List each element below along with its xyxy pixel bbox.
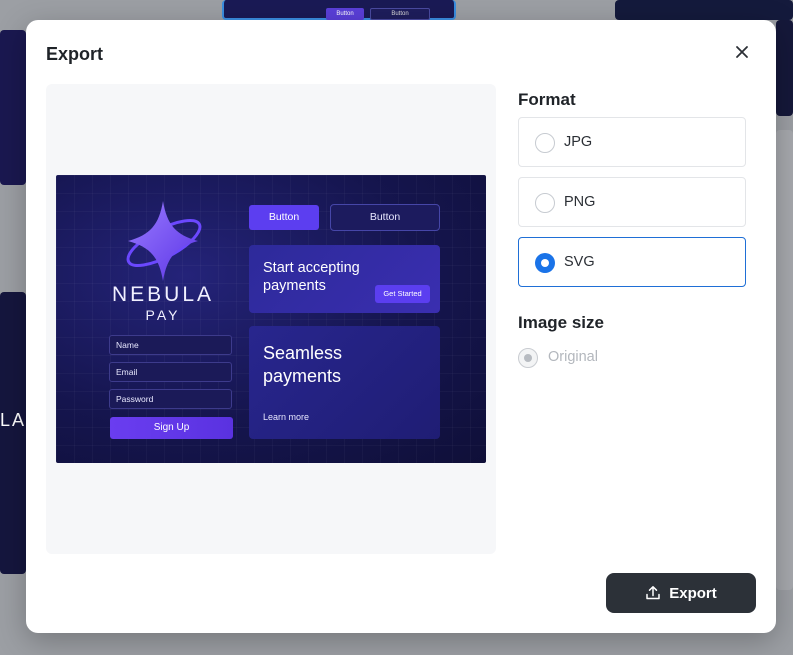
export-button-label: Export (669, 584, 717, 602)
export-button[interactable]: Export (606, 573, 756, 613)
bg-button: Button (326, 8, 364, 20)
image-size-label: Image size (518, 313, 604, 332)
card-title: Start accepting payments (263, 260, 360, 294)
preview-card-accepting: Start accepting payments Get Started (249, 245, 440, 313)
bg-tile (0, 292, 26, 574)
bg-tile (776, 130, 793, 590)
bg-tile (0, 30, 26, 185)
format-option-label: SVG (564, 254, 595, 270)
bg-text: LA (0, 410, 27, 430)
close-icon (736, 46, 748, 58)
preview-card-seamless: Seamless payments Learn more (249, 326, 440, 439)
upload-icon (646, 586, 660, 600)
format-option-jpg[interactable]: JPG (518, 117, 746, 167)
close-button[interactable] (732, 42, 752, 62)
export-dialog: Export NEBULA PAY Name Email Password Si… (26, 20, 776, 633)
format-option-label: JPG (564, 134, 593, 150)
dialog-title: Export (46, 44, 104, 64)
radio-selected-icon (535, 253, 555, 273)
radio-icon (535, 193, 555, 213)
brand-subtitle: PAY (145, 307, 181, 323)
bg-tile (615, 0, 793, 20)
brand-name: NEBULA (111, 283, 215, 306)
preview-primary-button: Button (249, 205, 319, 230)
preview-pane: NEBULA PAY Name Email Password Sign Up B… (46, 84, 496, 554)
card-button: Get Started (375, 285, 430, 303)
image-size-option-label: Original (548, 349, 598, 365)
card-link: Learn more (263, 412, 310, 422)
format-option-png[interactable]: PNG (518, 177, 746, 227)
format-option-label: PNG (564, 194, 596, 210)
card-title: Seamless payments (263, 343, 343, 386)
preview-image: NEBULA PAY Name Email Password Sign Up B… (56, 175, 486, 463)
preview-signup-button: Sign Up (110, 417, 233, 439)
star-logo-icon (126, 201, 202, 281)
bg-button: Button (370, 8, 430, 20)
preview-name-field: Name (109, 335, 232, 355)
format-option-svg[interactable]: SVG (518, 237, 746, 287)
bg-tile (776, 20, 793, 116)
preview-password-field: Password (109, 389, 232, 409)
format-label: Format (518, 90, 576, 109)
preview-secondary-button: Button (330, 204, 440, 231)
image-size-option-original: Original (518, 347, 638, 369)
radio-icon (535, 133, 555, 153)
radio-disabled-icon (518, 348, 538, 368)
preview-email-field: Email (109, 362, 232, 382)
